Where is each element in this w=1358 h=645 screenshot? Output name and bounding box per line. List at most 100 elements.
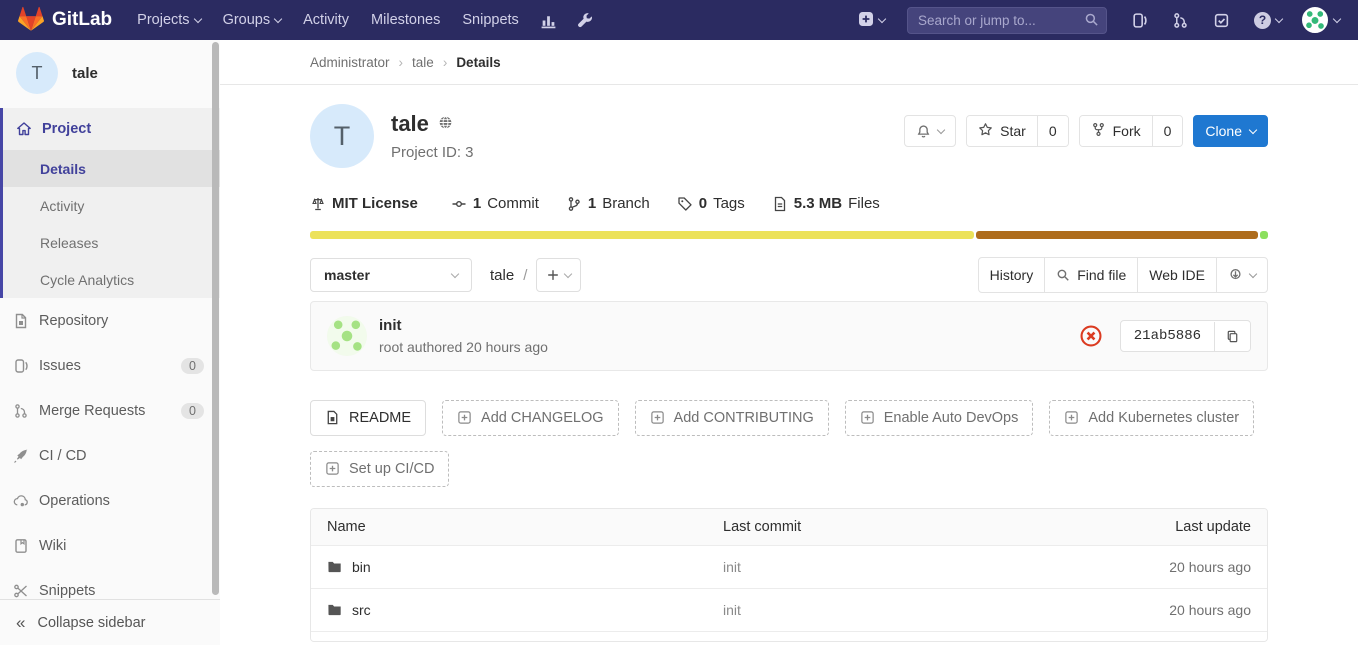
nav-item-groups[interactable]: Groups <box>212 0 293 40</box>
file-name[interactable]: src <box>352 602 371 618</box>
add-kubernetes-cluster-button[interactable]: Add Kubernetes cluster <box>1049 400 1254 436</box>
main-content: Administrator › tale › Details T tale Pr… <box>220 40 1358 645</box>
user-menu[interactable] <box>1296 7 1346 33</box>
branch-selector[interactable]: master <box>310 258 472 292</box>
table-row[interactable]: bin init 20 hours ago <box>311 545 1267 588</box>
fork-count[interactable]: 0 <box>1152 116 1183 146</box>
pipeline-failed-icon[interactable] <box>1079 324 1103 348</box>
sidebar-item-details[interactable]: Details <box>3 150 220 187</box>
nav-item-milestones[interactable]: Milestones <box>360 0 451 40</box>
language-bar[interactable] <box>310 231 1268 239</box>
find-file-button[interactable]: Find file <box>1044 257 1138 293</box>
sidebar-item-releases[interactable]: Releases <box>3 224 220 261</box>
sidebar-nav: Project Details Activity Releases Cycle … <box>0 108 220 613</box>
home-icon <box>16 121 32 137</box>
commits-stat[interactable]: 1Commit <box>451 195 539 212</box>
top-navbar: GitLab Projects Groups Activity Mileston… <box>0 0 1358 40</box>
sidebar-item-ci-cd[interactable]: CI / CD <box>0 433 220 478</box>
sidebar-context-header[interactable]: T tale <box>0 40 220 108</box>
add-contributing-button[interactable]: Add CONTRIBUTING <box>635 400 829 436</box>
star-button[interactable]: Star <box>967 116 1037 146</box>
language-segment <box>310 231 974 239</box>
chevron-down-icon <box>1333 14 1341 22</box>
add-changelog-button[interactable]: Add CHANGELOG <box>442 400 619 436</box>
gitlab-logo[interactable]: GitLab <box>18 6 112 35</box>
enable-auto-devops-button[interactable]: Enable Auto DevOps <box>845 400 1034 436</box>
merge-requests-icon[interactable] <box>1162 0 1199 40</box>
star-button-group: Star 0 <box>966 115 1068 147</box>
sidebar-item-operations[interactable]: Operations <box>0 478 220 523</box>
row-commit-link[interactable]: init <box>707 602 1047 618</box>
chevron-down-icon <box>1249 125 1257 133</box>
document-icon <box>13 313 29 329</box>
search-icon <box>1056 268 1070 282</box>
plus-square-icon <box>325 461 341 477</box>
folder-icon <box>327 559 343 575</box>
file-name[interactable]: bin <box>352 559 371 575</box>
plus-square-icon <box>650 410 666 426</box>
plus-square-icon <box>860 410 876 426</box>
breadcrumb-bar: Administrator › tale › Details <box>220 40 1358 85</box>
breadcrumb-separator: › <box>399 55 404 70</box>
nav-item-activity[interactable]: Activity <box>292 0 360 40</box>
fork-button[interactable]: Fork <box>1080 116 1152 146</box>
nav-item-projects[interactable]: Projects <box>126 0 211 40</box>
sidebar-item-wiki[interactable]: Wiki <box>0 523 220 568</box>
sidebar-item-merge-requests[interactable]: Merge Requests 0 <box>0 388 220 433</box>
commit-sha-widget: 21ab5886 <box>1120 320 1251 352</box>
sidebar-scrollbar[interactable] <box>212 42 219 595</box>
project-title: tale <box>391 111 429 137</box>
table-row[interactable]: src init 20 hours ago <box>311 588 1267 631</box>
branches-stat[interactable]: 1Branch <box>566 195 650 212</box>
issues-icon <box>13 358 29 374</box>
breadcrumb-project[interactable]: tale <box>412 55 434 70</box>
sidebar-item-label: Issues <box>39 358 81 374</box>
issues-icon[interactable] <box>1121 0 1158 40</box>
add-file-dropdown[interactable] <box>536 258 581 292</box>
charts-icon[interactable] <box>530 0 567 40</box>
readme-button[interactable]: README <box>310 400 426 436</box>
sidebar-item-repository[interactable]: Repository <box>0 298 220 343</box>
sidebar-section-project: Project Details Activity Releases Cycle … <box>0 108 220 298</box>
tags-stat[interactable]: 0Tags <box>677 195 745 212</box>
set-up-cicd-button[interactable]: Set up CI/CD <box>310 451 449 487</box>
row-commit-link[interactable]: init <box>707 559 1047 575</box>
tree-actions: History Find file Web IDE <box>978 257 1268 293</box>
search-input[interactable] <box>907 7 1107 34</box>
nav-item-snippets[interactable]: Snippets <box>451 0 529 40</box>
commit-title[interactable]: init <box>379 317 548 334</box>
commit-author-avatar[interactable] <box>327 316 367 356</box>
sidebar-item-activity[interactable]: Activity <box>3 187 220 224</box>
files-size-stat[interactable]: 5.3 MBFiles <box>772 195 880 212</box>
sidebar-item-issues[interactable]: Issues 0 <box>0 343 220 388</box>
history-button[interactable]: History <box>978 257 1046 293</box>
copy-sha-button[interactable] <box>1214 322 1250 351</box>
sidebar-item-project[interactable]: Project <box>3 108 220 150</box>
star-count[interactable]: 0 <box>1037 116 1068 146</box>
sidebar-item-cycle-analytics[interactable]: Cycle Analytics <box>3 261 220 298</box>
new-menu-button[interactable] <box>850 11 893 30</box>
plus-square-icon <box>1064 410 1080 426</box>
chevron-down-icon <box>564 269 572 277</box>
collapse-sidebar-button[interactable]: « Collapse sidebar <box>0 599 220 645</box>
project-id: Project ID: 3 <box>391 144 474 161</box>
help-menu[interactable]: ? <box>1244 0 1292 40</box>
notifications-dropdown[interactable] <box>904 115 956 147</box>
path-project[interactable]: tale <box>490 267 514 284</box>
web-ide-button[interactable]: Web IDE <box>1137 257 1217 293</box>
admin-wrench-icon[interactable] <box>567 0 604 40</box>
file-tree-table: Name Last commit Last update bin init 20… <box>310 508 1268 642</box>
project-header: T tale Project ID: 3 <box>310 104 1268 168</box>
operations-icon <box>13 493 29 509</box>
license-stat[interactable]: MIT License <box>310 195 424 212</box>
todos-icon[interactable] <box>1203 0 1240 40</box>
chevron-down-icon <box>937 125 945 133</box>
sidebar-item-label: CI / CD <box>39 448 87 464</box>
sidebar-project-name: tale <box>72 65 98 82</box>
download-source-button[interactable] <box>1216 257 1268 293</box>
project-avatar: T <box>310 104 374 168</box>
clone-button[interactable]: Clone <box>1193 115 1268 147</box>
current-branch: master <box>324 267 370 283</box>
breadcrumb-administrator[interactable]: Administrator <box>310 55 390 70</box>
global-search <box>907 7 1107 34</box>
